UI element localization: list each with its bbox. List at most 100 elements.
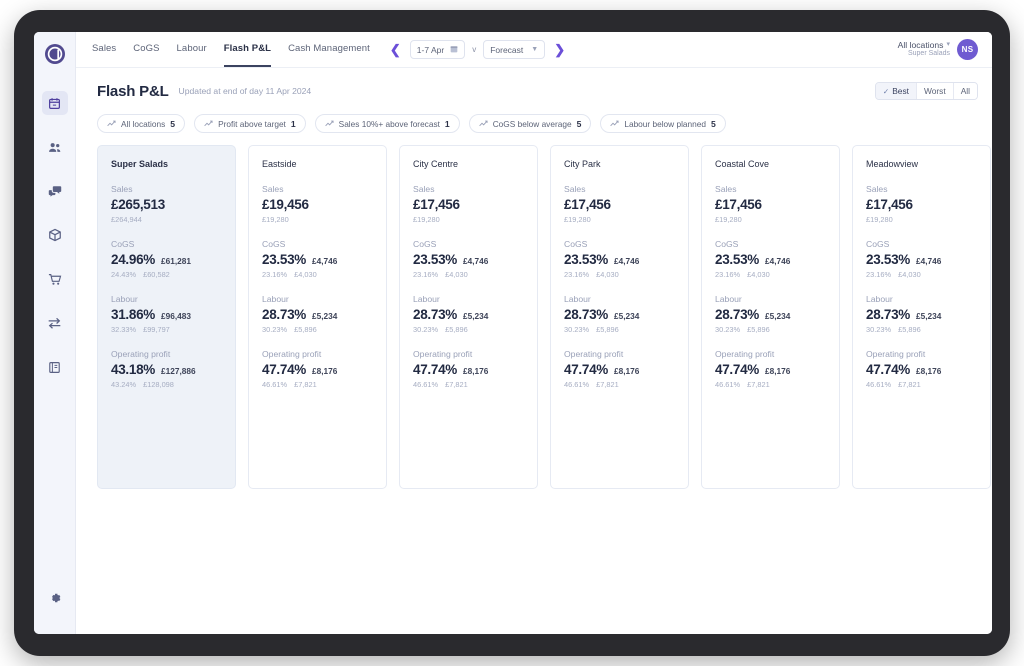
app-logo[interactable] [41, 41, 69, 69]
tab-labour[interactable]: Labour [177, 32, 207, 67]
location-card[interactable]: City Centre Sales £17,456 £19,280 CoGS 2… [399, 145, 538, 489]
tab-sales[interactable]: Sales [92, 32, 116, 67]
metric-operating-profit: Operating profit 47.74% £8,176 46.61% £7… [715, 349, 826, 389]
location-card[interactable]: Meadowview Sales £17,456 £19,280 CoGS 23… [852, 145, 991, 489]
metric-sales: Sales £17,456 £19,280 [564, 184, 675, 224]
segment-best[interactable]: ✓ Best [875, 83, 917, 99]
sidebar-item-reports[interactable] [42, 355, 68, 379]
metric-value: £17,456 [866, 197, 913, 212]
metric-previous: 43.24% £128,098 [111, 380, 222, 389]
metric-label: Sales [413, 184, 435, 194]
metric-previous: 30.23% £5,896 [715, 325, 826, 334]
metric-label: Labour [262, 294, 289, 304]
location-selector[interactable]: All locations ▾ Super Salads [898, 40, 950, 59]
location-card[interactable]: City Park Sales £17,456 £19,280 CoGS 23.… [550, 145, 689, 489]
sidebar-item-chat[interactable] [42, 179, 68, 203]
metric-previous-amount: £5,896 [294, 325, 317, 334]
chip-label: Labour below planned [624, 118, 706, 129]
metric-value: £17,456 [564, 197, 611, 212]
metric-previous: £19,280 [564, 215, 591, 224]
metric-percent: 47.74% [715, 362, 759, 377]
compare-mode-select[interactable]: Forecast ▼ [483, 40, 546, 59]
metric-previous-amount: £4,030 [294, 270, 317, 279]
metric-previous-amount: £4,030 [747, 270, 770, 279]
metric-percent: 23.53% [866, 252, 910, 267]
sidebar-item-settings[interactable] [48, 591, 62, 610]
segment-all[interactable]: All [953, 83, 977, 99]
top-navigation: Sales CoGS Labour Flash P&L Cash Managem… [76, 32, 992, 68]
segment-worst[interactable]: Worst [916, 83, 954, 99]
chevron-down-icon: ▼ [531, 46, 539, 53]
sidebar [34, 32, 76, 634]
sidebar-item-calendar[interactable] [41, 91, 68, 115]
page-header: Flash P&L Updated at end of day 11 Apr 2… [76, 68, 992, 100]
chip-cogs-below-average[interactable]: CoGS below average 5 [468, 114, 592, 133]
chip-labour-below-planned[interactable]: Labour below planned 5 [600, 114, 726, 133]
metric-label: Operating profit [262, 349, 322, 359]
sidebar-item-orders[interactable] [42, 267, 68, 291]
metric-amount: £61,281 [161, 256, 191, 266]
sidebar-item-people[interactable] [42, 135, 68, 159]
metric-previous-amount: £5,896 [445, 325, 468, 334]
tab-flash-pl[interactable]: Flash P&L [223, 32, 272, 67]
metric-previous: 23.16% £4,030 [866, 270, 977, 279]
metric-previous: 30.23% £5,896 [866, 325, 977, 334]
metric-sales: Sales £19,456 £19,280 [262, 184, 373, 224]
tab-cash-management[interactable]: Cash Management [288, 32, 370, 67]
metric-amount: £127,886 [161, 366, 196, 376]
chip-profit-above-target[interactable]: Profit above target 1 [194, 114, 306, 133]
location-card[interactable]: Eastside Sales £19,456 £19,280 CoGS 23.5… [248, 145, 387, 489]
next-period-button[interactable]: ❯ [552, 43, 567, 56]
metric-previous-percent: 30.23% [413, 325, 439, 334]
metric-percent: 47.74% [866, 362, 910, 377]
metric-percent: 43.18% [111, 362, 155, 377]
metric-value: £19,456 [262, 197, 309, 212]
prev-period-button[interactable]: ❮ [388, 43, 403, 56]
chip-sales-above-forecast[interactable]: Sales 10%+ above forecast 1 [314, 114, 460, 133]
metric-label: Operating profit [866, 349, 926, 359]
user-area: All locations ▾ Super Salads NS [898, 32, 978, 67]
metric-previous-amount: £128,098 [143, 380, 174, 389]
metric-previous-percent: 30.23% [262, 325, 288, 334]
tab-cogs[interactable]: CoGS [133, 32, 159, 67]
chip-count: 1 [444, 118, 450, 129]
metric-previous: 30.23% £5,896 [564, 325, 675, 334]
metric-percent: 24.96% [111, 252, 155, 267]
avatar[interactable]: NS [957, 39, 978, 60]
metric-previous-amount: £7,821 [445, 380, 468, 389]
metric-amount: £5,234 [916, 311, 942, 321]
gear-icon [51, 593, 60, 603]
metric-label: CoGS [111, 239, 135, 249]
metric-previous: £19,280 [413, 215, 440, 224]
metric-amount: £5,234 [312, 311, 338, 321]
check-icon: ✓ [882, 86, 890, 96]
trend-icon [107, 119, 116, 129]
main-area: Sales CoGS Labour Flash P&L Cash Managem… [76, 32, 992, 634]
metric-percent: 23.53% [564, 252, 608, 267]
metric-labour: Labour 28.73% £5,234 30.23% £5,896 [715, 294, 826, 334]
metric-label: Sales [262, 184, 284, 194]
metric-previous-amount: £5,896 [898, 325, 921, 334]
metric-label: Operating profit [564, 349, 624, 359]
metric-previous: 23.16% £4,030 [564, 270, 675, 279]
chip-all-locations[interactable]: All locations 5 [97, 114, 186, 133]
metric-label: Labour [111, 294, 138, 304]
metric-previous-amount: £7,821 [747, 380, 770, 389]
metric-percent: 47.74% [564, 362, 608, 377]
metric-percent: 28.73% [262, 307, 306, 322]
chip-count: 5 [170, 118, 176, 129]
sidebar-item-inventory[interactable] [42, 223, 68, 247]
metric-amount: £96,483 [161, 311, 191, 321]
date-range-selector[interactable]: 1-7 Apr [409, 40, 466, 59]
metric-previous: 46.61% £7,821 [564, 380, 675, 389]
metric-cogs: CoGS 24.96% £61,281 24.43% £60,582 [111, 239, 222, 279]
date-controls: ❮ 1-7 Apr v Forecast ▼ ❯ [388, 32, 567, 67]
metric-label: Sales [715, 184, 737, 194]
location-card[interactable]: Super Salads Sales £265,513 £264,944 CoG… [97, 145, 236, 489]
compare-separator: v [472, 45, 477, 54]
metric-previous-percent: 46.61% [564, 380, 590, 389]
metric-previous-percent: 43.24% [111, 380, 137, 389]
trend-icon [610, 119, 619, 129]
location-card[interactable]: Coastal Cove Sales £17,456 £19,280 CoGS … [701, 145, 840, 489]
sidebar-item-transfers[interactable] [42, 311, 68, 335]
